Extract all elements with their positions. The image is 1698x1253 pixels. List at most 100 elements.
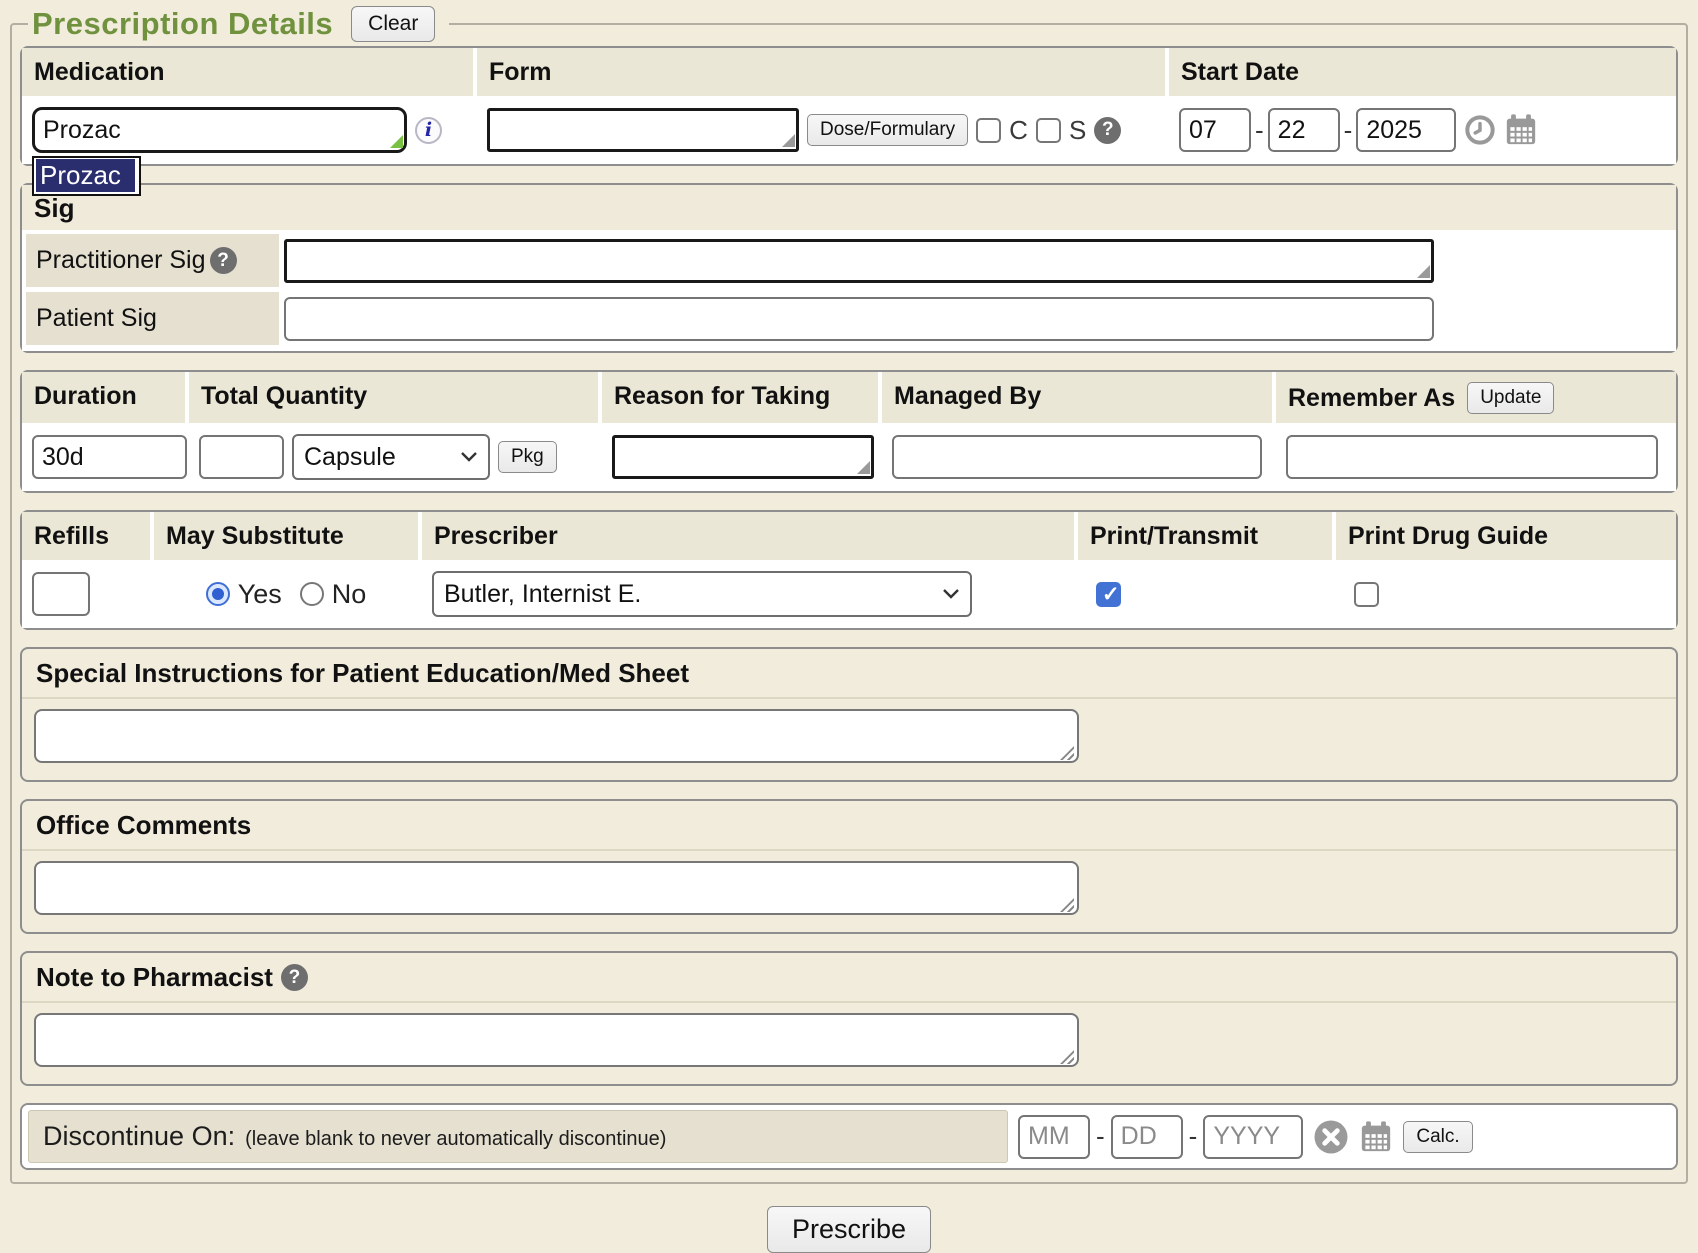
autocomplete-item-prozac[interactable]: Prozac xyxy=(36,159,135,192)
note-to-pharmacist-wrap xyxy=(34,1013,1079,1072)
c-checkbox-label: C xyxy=(1009,115,1028,146)
reason-header: Reason for Taking xyxy=(602,372,878,423)
print-transmit-checkbox[interactable] xyxy=(1096,582,1121,607)
form-combo xyxy=(487,108,799,152)
special-instructions-wrap xyxy=(34,709,1079,768)
office-comments-textarea[interactable] xyxy=(34,861,1079,915)
date-separator: - xyxy=(1255,115,1264,146)
form-header: Form xyxy=(477,48,1165,96)
medication-input[interactable] xyxy=(32,107,407,153)
chevron-down-icon xyxy=(942,588,960,600)
medication-combo: Prozac xyxy=(32,107,407,153)
s-checkbox-label: S xyxy=(1069,115,1086,146)
prescriber-select[interactable]: Butler, Internist E. xyxy=(432,571,972,617)
update-button[interactable]: Update xyxy=(1467,382,1554,414)
medication-section: Medication Form Start Date Prozac i xyxy=(20,46,1678,166)
practitioner-sig-resize-corner xyxy=(1417,265,1430,278)
start-year-input[interactable] xyxy=(1356,108,1456,152)
practitioner-sig-combo xyxy=(284,239,1434,283)
patient-sig-input[interactable] xyxy=(284,297,1434,341)
clock-icon[interactable] xyxy=(1464,114,1496,146)
start-day-input[interactable] xyxy=(1268,108,1340,152)
prescriber-select-value: Butler, Internist E. xyxy=(444,580,641,609)
date-separator: - xyxy=(1344,115,1353,146)
unit-select-value: Capsule xyxy=(304,443,396,472)
office-comments-section: Office Comments xyxy=(20,799,1678,934)
s-checkbox[interactable] xyxy=(1036,118,1061,143)
date-separator: - xyxy=(1096,1121,1105,1152)
clear-button[interactable]: Clear xyxy=(351,6,435,42)
reason-input[interactable] xyxy=(612,435,874,479)
clear-date-icon[interactable] xyxy=(1313,1119,1349,1155)
chevron-down-icon xyxy=(460,451,478,463)
practitioner-sig-label: Practitioner Sig xyxy=(36,246,206,275)
refills-input[interactable] xyxy=(32,572,90,616)
managed-by-header: Managed By xyxy=(882,372,1272,423)
remember-as-input[interactable] xyxy=(1286,435,1658,479)
discontinue-label-panel: Discontinue On: (leave blank to never au… xyxy=(28,1110,1008,1163)
duration-header: Duration xyxy=(22,372,185,423)
patient-sig-label-cell: Patient Sig xyxy=(26,292,279,345)
prescribe-button[interactable]: Prescribe xyxy=(767,1206,931,1253)
unit-select[interactable]: Capsule xyxy=(292,434,490,480)
may-substitute-yes-label: Yes xyxy=(238,579,282,610)
may-substitute-no-radio[interactable] xyxy=(300,582,324,606)
calendar-icon[interactable] xyxy=(1504,113,1538,147)
note-to-pharmacist-help-icon[interactable]: ? xyxy=(281,964,308,991)
sig-section: Sig Practitioner Sig ? Patient Sig xyxy=(20,183,1678,353)
dose-formulary-button[interactable]: Dose/Formulary xyxy=(807,114,968,146)
discontinue-month-input[interactable] xyxy=(1018,1115,1090,1159)
practitioner-sig-help-icon[interactable]: ? xyxy=(210,247,237,274)
discontinue-day-input[interactable] xyxy=(1111,1115,1183,1159)
office-comments-heading: Office Comments xyxy=(36,810,251,841)
calc-button[interactable]: Calc. xyxy=(1403,1121,1472,1153)
note-to-pharmacist-textarea[interactable] xyxy=(34,1013,1079,1067)
reason-resize-corner xyxy=(857,461,870,474)
may-substitute-yes-radio[interactable] xyxy=(206,582,230,606)
remember-as-header: Remember As Update xyxy=(1276,372,1676,423)
total-quantity-input[interactable] xyxy=(199,435,284,479)
special-instructions-textarea[interactable] xyxy=(34,709,1079,763)
may-substitute-header: May Substitute xyxy=(154,512,418,560)
practitioner-sig-input[interactable] xyxy=(284,239,1434,283)
cs-help-icon[interactable]: ? xyxy=(1094,117,1121,144)
refills-header: Refills xyxy=(22,512,150,560)
prescription-details-fieldset: Prescription Details Clear Medication Fo… xyxy=(10,6,1688,1184)
prescription-details-legend: Prescription Details Clear xyxy=(28,6,449,42)
pkg-button[interactable]: Pkg xyxy=(498,441,557,473)
special-instructions-heading: Special Instructions for Patient Educati… xyxy=(36,658,689,689)
patient-sig-label: Patient Sig xyxy=(36,304,157,333)
print-transmit-header: Print/Transmit xyxy=(1078,512,1332,560)
total-quantity-header: Total Quantity xyxy=(189,372,598,423)
practitioner-sig-label-cell: Practitioner Sig ? xyxy=(26,234,279,287)
note-to-pharmacist-heading: Note to Pharmacist xyxy=(36,962,273,993)
remember-as-label: Remember As xyxy=(1288,384,1455,413)
c-checkbox[interactable] xyxy=(976,118,1001,143)
discontinue-label: Discontinue On: xyxy=(43,1121,235,1152)
calendar-icon[interactable] xyxy=(1359,1120,1393,1154)
office-comments-wrap xyxy=(34,861,1079,920)
discontinue-year-input[interactable] xyxy=(1203,1115,1303,1159)
info-icon[interactable]: i xyxy=(415,117,442,144)
medication-header: Medication xyxy=(22,48,473,96)
special-instructions-section: Special Instructions for Patient Educati… xyxy=(20,647,1678,782)
print-drug-guide-header: Print Drug Guide xyxy=(1336,512,1676,560)
form-input[interactable] xyxy=(487,108,799,152)
prescriber-header: Prescriber xyxy=(422,512,1074,560)
sig-heading: Sig xyxy=(22,185,1676,230)
date-separator: - xyxy=(1189,1121,1198,1152)
discontinue-section: Discontinue On: (leave blank to never au… xyxy=(20,1103,1678,1170)
print-drug-guide-checkbox[interactable] xyxy=(1354,582,1379,607)
managed-by-input[interactable] xyxy=(892,435,1262,479)
reason-combo xyxy=(612,435,874,479)
start-date-header: Start Date xyxy=(1169,48,1676,96)
form-resize-corner xyxy=(782,134,795,147)
quantity-section: Duration Total Quantity Reason for Takin… xyxy=(20,370,1678,493)
medication-autocomplete-dropdown: Prozac xyxy=(32,156,141,196)
note-to-pharmacist-section: Note to Pharmacist ? xyxy=(20,951,1678,1086)
start-month-input[interactable] xyxy=(1179,108,1251,152)
medication-resize-corner xyxy=(390,135,403,148)
duration-input[interactable] xyxy=(32,435,187,479)
page-title: Prescription Details xyxy=(32,6,333,42)
may-substitute-no-label: No xyxy=(332,579,367,610)
